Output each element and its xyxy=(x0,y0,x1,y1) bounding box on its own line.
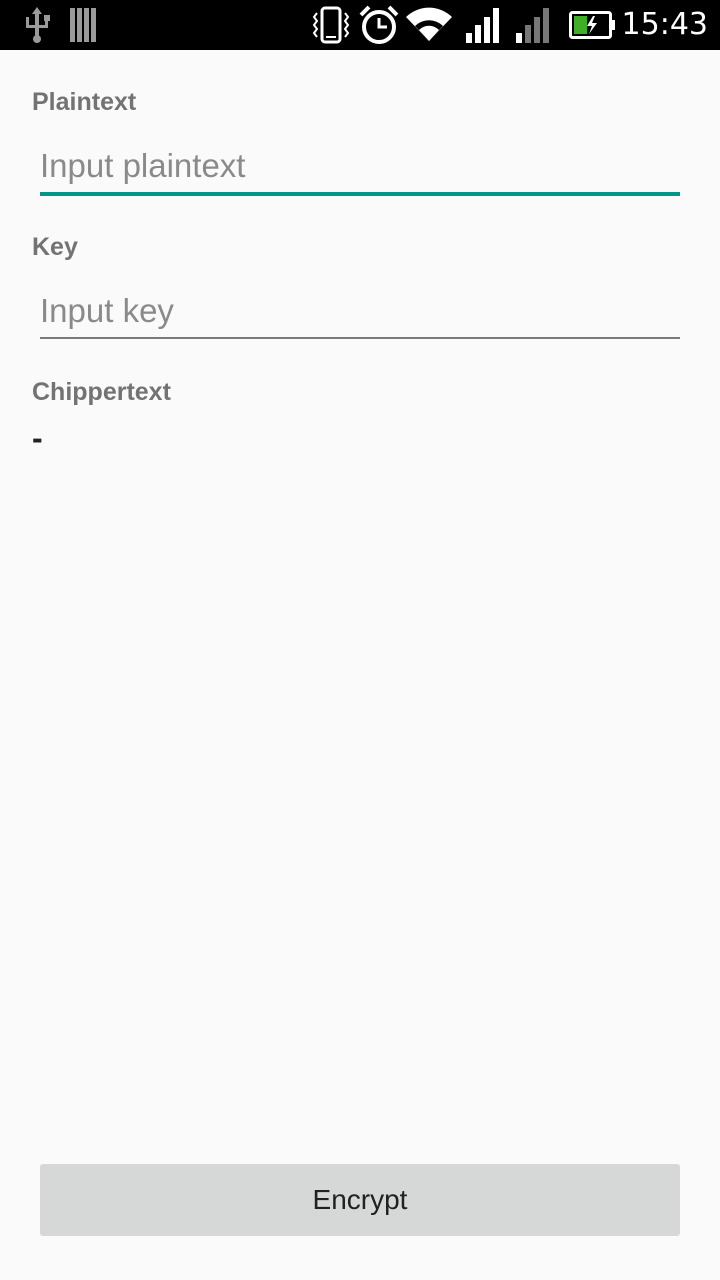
signal-icon xyxy=(516,0,552,50)
encrypt-button[interactable]: Encrypt xyxy=(40,1164,680,1236)
signal-icon xyxy=(466,0,502,50)
alarm-icon xyxy=(358,0,400,50)
plaintext-input-underline xyxy=(40,192,680,196)
storage-icon xyxy=(70,0,98,50)
ciphertext-value: - xyxy=(32,420,43,456)
key-input-underline xyxy=(40,337,680,339)
vibrate-icon xyxy=(312,0,350,50)
wifi-icon xyxy=(406,0,452,50)
ciphertext-label: Chippertext xyxy=(32,378,171,406)
key-input[interactable] xyxy=(40,285,680,337)
plaintext-label: Plaintext xyxy=(32,88,137,116)
status-time: 15:43 xyxy=(621,7,708,42)
usb-icon xyxy=(22,0,52,50)
battery-charging-icon xyxy=(569,0,617,50)
status-bar: 15:43 xyxy=(0,0,720,50)
plaintext-input[interactable] xyxy=(40,140,680,192)
key-label: Key xyxy=(32,233,78,261)
